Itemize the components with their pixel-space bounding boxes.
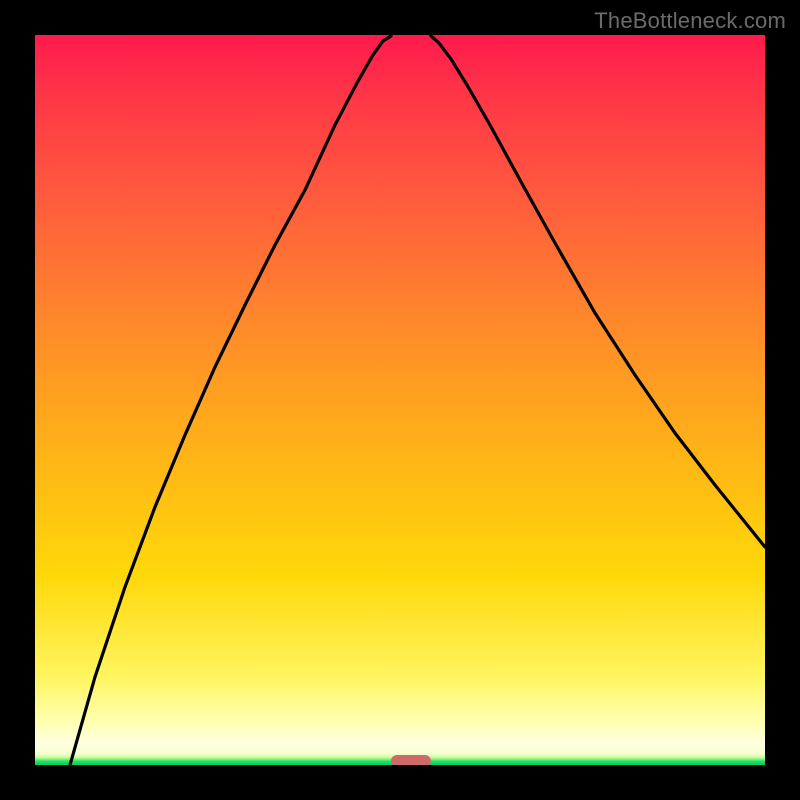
watermark-text: TheBottleneck.com — [594, 8, 786, 34]
right-curve — [431, 36, 765, 547]
chart-frame: TheBottleneck.com — [0, 0, 800, 800]
minimum-marker — [391, 755, 431, 765]
left-curve — [70, 36, 391, 765]
plot-area — [35, 35, 765, 765]
curve-layer — [35, 35, 765, 765]
